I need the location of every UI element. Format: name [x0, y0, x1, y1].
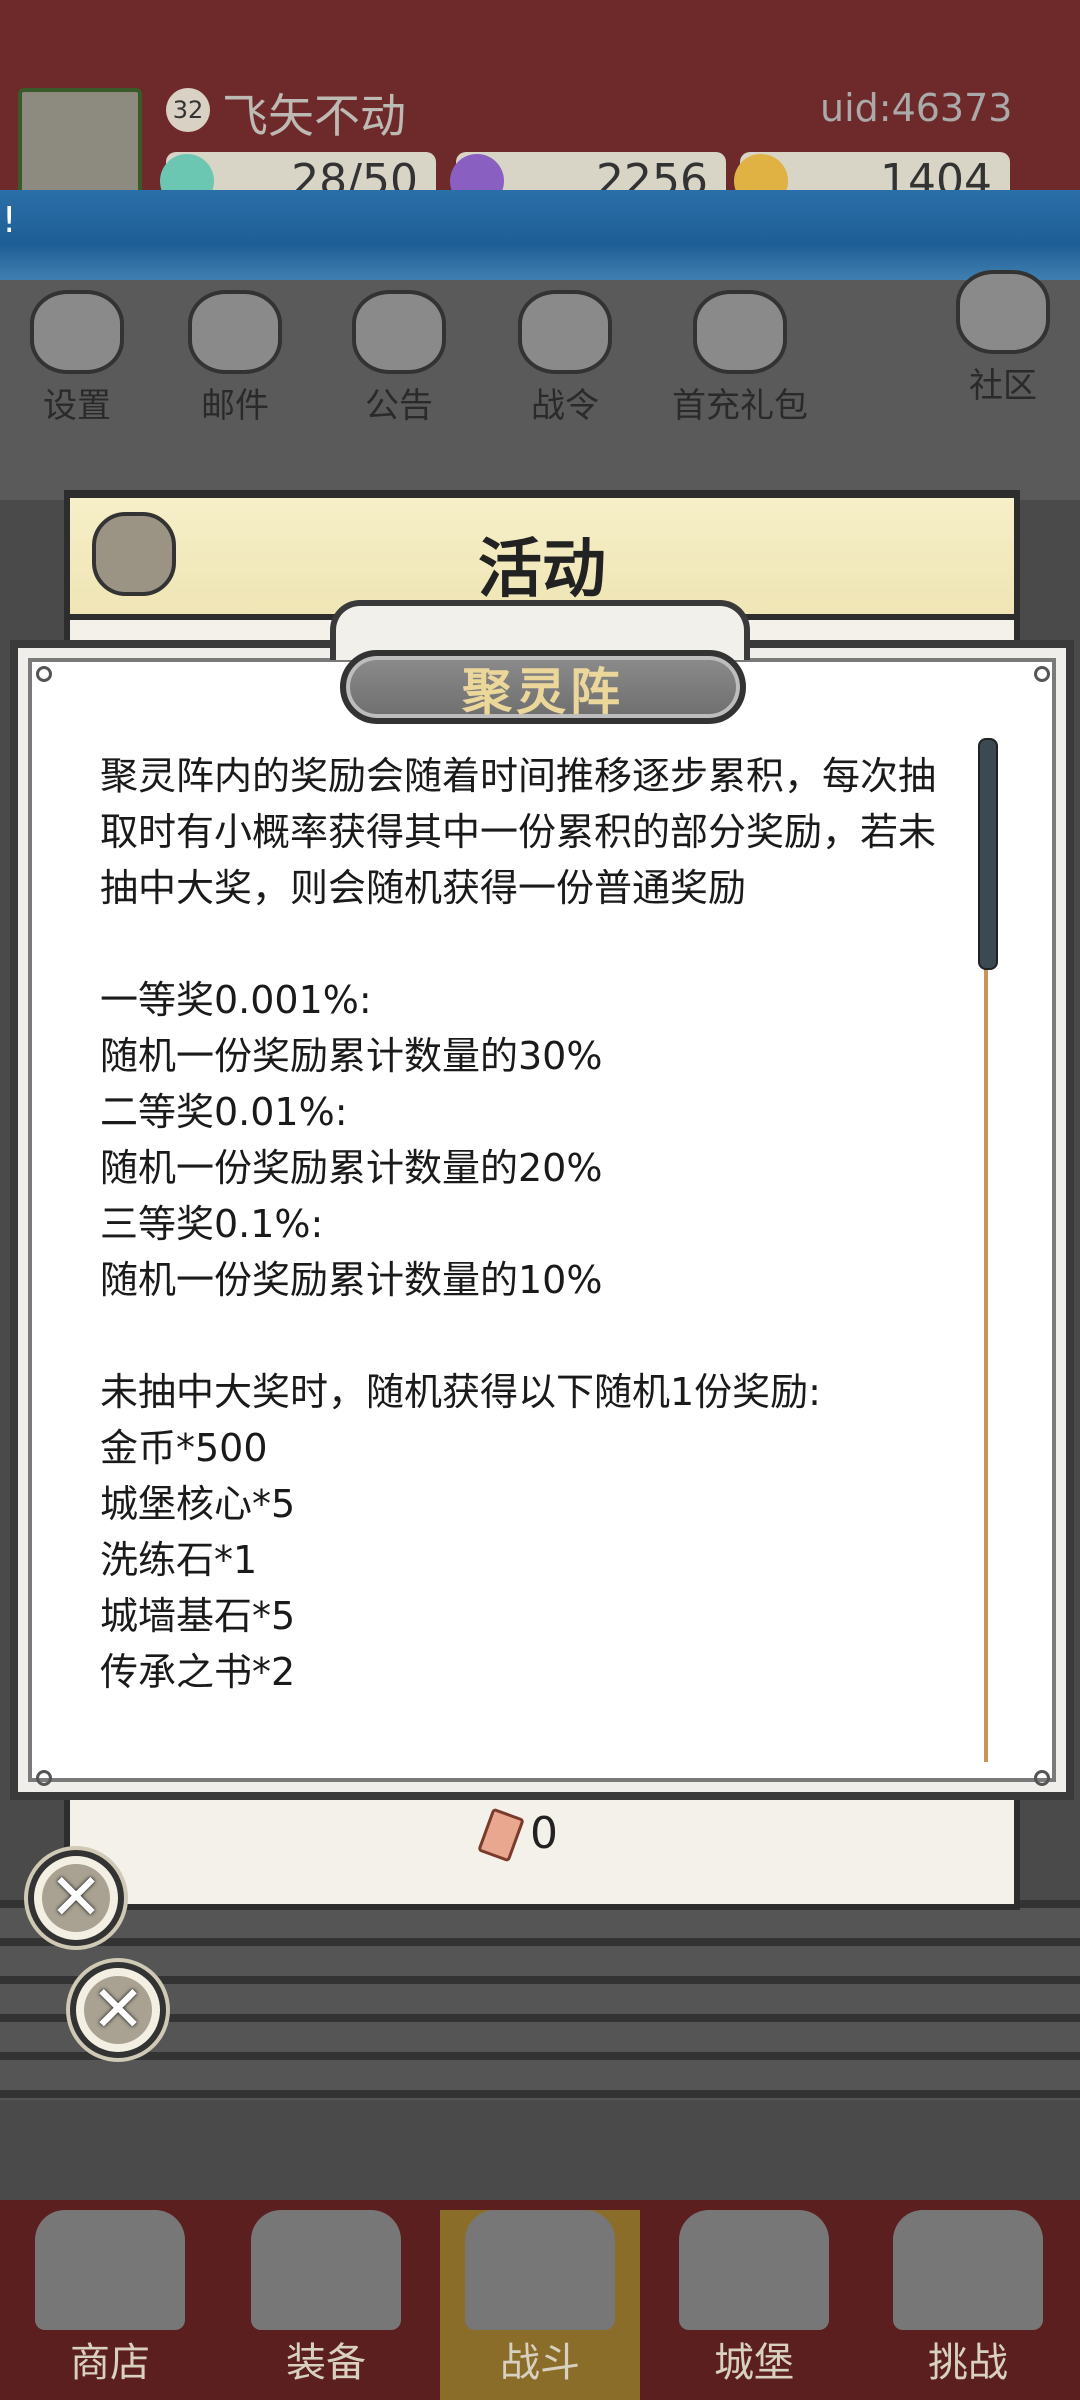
nav-challenge[interactable]: 挑战	[868, 2210, 1068, 2400]
description-line	[100, 916, 970, 972]
description-line: 未抽中大奖时，随机获得以下随机1份奖励:	[100, 1370, 821, 1414]
gift-bag-icon	[693, 290, 787, 374]
nav-castle-label: 城堡	[714, 2340, 794, 2386]
nav-equipment[interactable]: 装备	[226, 2210, 426, 2400]
mail-icon	[188, 290, 282, 374]
corner-rivet	[1034, 666, 1050, 682]
community-button[interactable]: 社区	[948, 270, 1058, 406]
player-name: 飞矢不动	[222, 89, 406, 143]
backpack-icon	[251, 2210, 401, 2330]
description-line: 一等奖0.001%:	[100, 978, 372, 1022]
mail-button[interactable]: 邮件	[180, 290, 290, 426]
crossed-swords-icon	[465, 2210, 615, 2330]
nav-challenge-label: 挑战	[928, 2340, 1008, 2386]
battle-pass-icon	[518, 290, 612, 374]
battle-pass-button[interactable]: 战令	[510, 290, 620, 426]
reward-item: 传承之书*2	[100, 1650, 296, 1694]
settings-button[interactable]: 设置	[22, 290, 132, 426]
description-line: 二等奖0.01%:	[100, 1090, 348, 1134]
reward-item: 城堡核心*5	[100, 1482, 296, 1526]
battle-pass-label: 战令	[531, 386, 599, 426]
announcement-label: 公告	[365, 386, 433, 426]
player-level-badge: 32	[166, 88, 210, 132]
home-icon	[956, 270, 1050, 354]
shield-icon	[893, 2210, 1043, 2330]
description-line: 三等奖0.1%:	[100, 1202, 324, 1246]
notification-banner	[0, 190, 1080, 280]
nav-equipment-label: 装备	[286, 2340, 366, 2386]
nav-shop[interactable]: 商店	[10, 2210, 210, 2400]
description-line	[100, 1308, 970, 1364]
shop-icon	[35, 2210, 185, 2330]
activity-title: 活动	[478, 533, 606, 607]
community-label: 社区	[969, 366, 1037, 406]
first-recharge-button[interactable]: 首充礼包	[660, 290, 820, 426]
close-dialog-button[interactable]: ✕	[28, 1850, 124, 1946]
gear-icon	[30, 290, 124, 374]
dialog-scrollbar-thumb[interactable]	[978, 738, 998, 970]
mail-label: 邮件	[201, 386, 269, 426]
reward-item: 金币*500	[100, 1426, 268, 1470]
close-icon: ✕	[91, 1973, 145, 2047]
dialog-description[interactable]: 聚灵阵内的奖励会随着时间推移逐步累积，每次抽取时有小概率获得其中一份累积的部分奖…	[100, 748, 970, 1758]
description-line: 随机一份奖励累计数量的10%	[100, 1258, 603, 1302]
ticket-count: 0	[530, 1808, 558, 1859]
reward-item: 城墙基石*5	[100, 1594, 296, 1638]
description-line: 随机一份奖励累计数量的20%	[100, 1146, 603, 1190]
close-activity-button[interactable]: ✕	[70, 1962, 166, 2058]
corner-rivet	[1034, 1770, 1050, 1786]
scroll-icon	[352, 290, 446, 374]
description-paragraph: 聚灵阵内的奖励会随着时间推移逐步累积，每次抽取时有小概率获得其中一份累积的部分奖…	[100, 754, 937, 910]
nav-battle-label: 战斗	[500, 2340, 580, 2386]
description-line: 随机一份奖励累计数量的30%	[100, 1034, 603, 1078]
nav-shop-label: 商店	[70, 2340, 150, 2386]
first-recharge-label: 首充礼包	[672, 386, 808, 426]
corner-rivet	[36, 666, 52, 682]
dialog-title: 聚灵阵	[462, 663, 624, 721]
banner-alert-mark: !	[2, 200, 17, 241]
nav-castle[interactable]: 城堡	[654, 2210, 854, 2400]
nav-battle[interactable]: 战斗	[440, 2210, 640, 2400]
castle-icon	[679, 2210, 829, 2330]
settings-label: 设置	[43, 386, 111, 426]
reward-item: 洗练石*1	[100, 1538, 258, 1582]
close-icon: ✕	[49, 1861, 103, 1935]
announcement-button[interactable]: 公告	[344, 290, 454, 426]
player-uid: uid:46373	[820, 86, 1013, 130]
corner-rivet	[36, 1770, 52, 1786]
